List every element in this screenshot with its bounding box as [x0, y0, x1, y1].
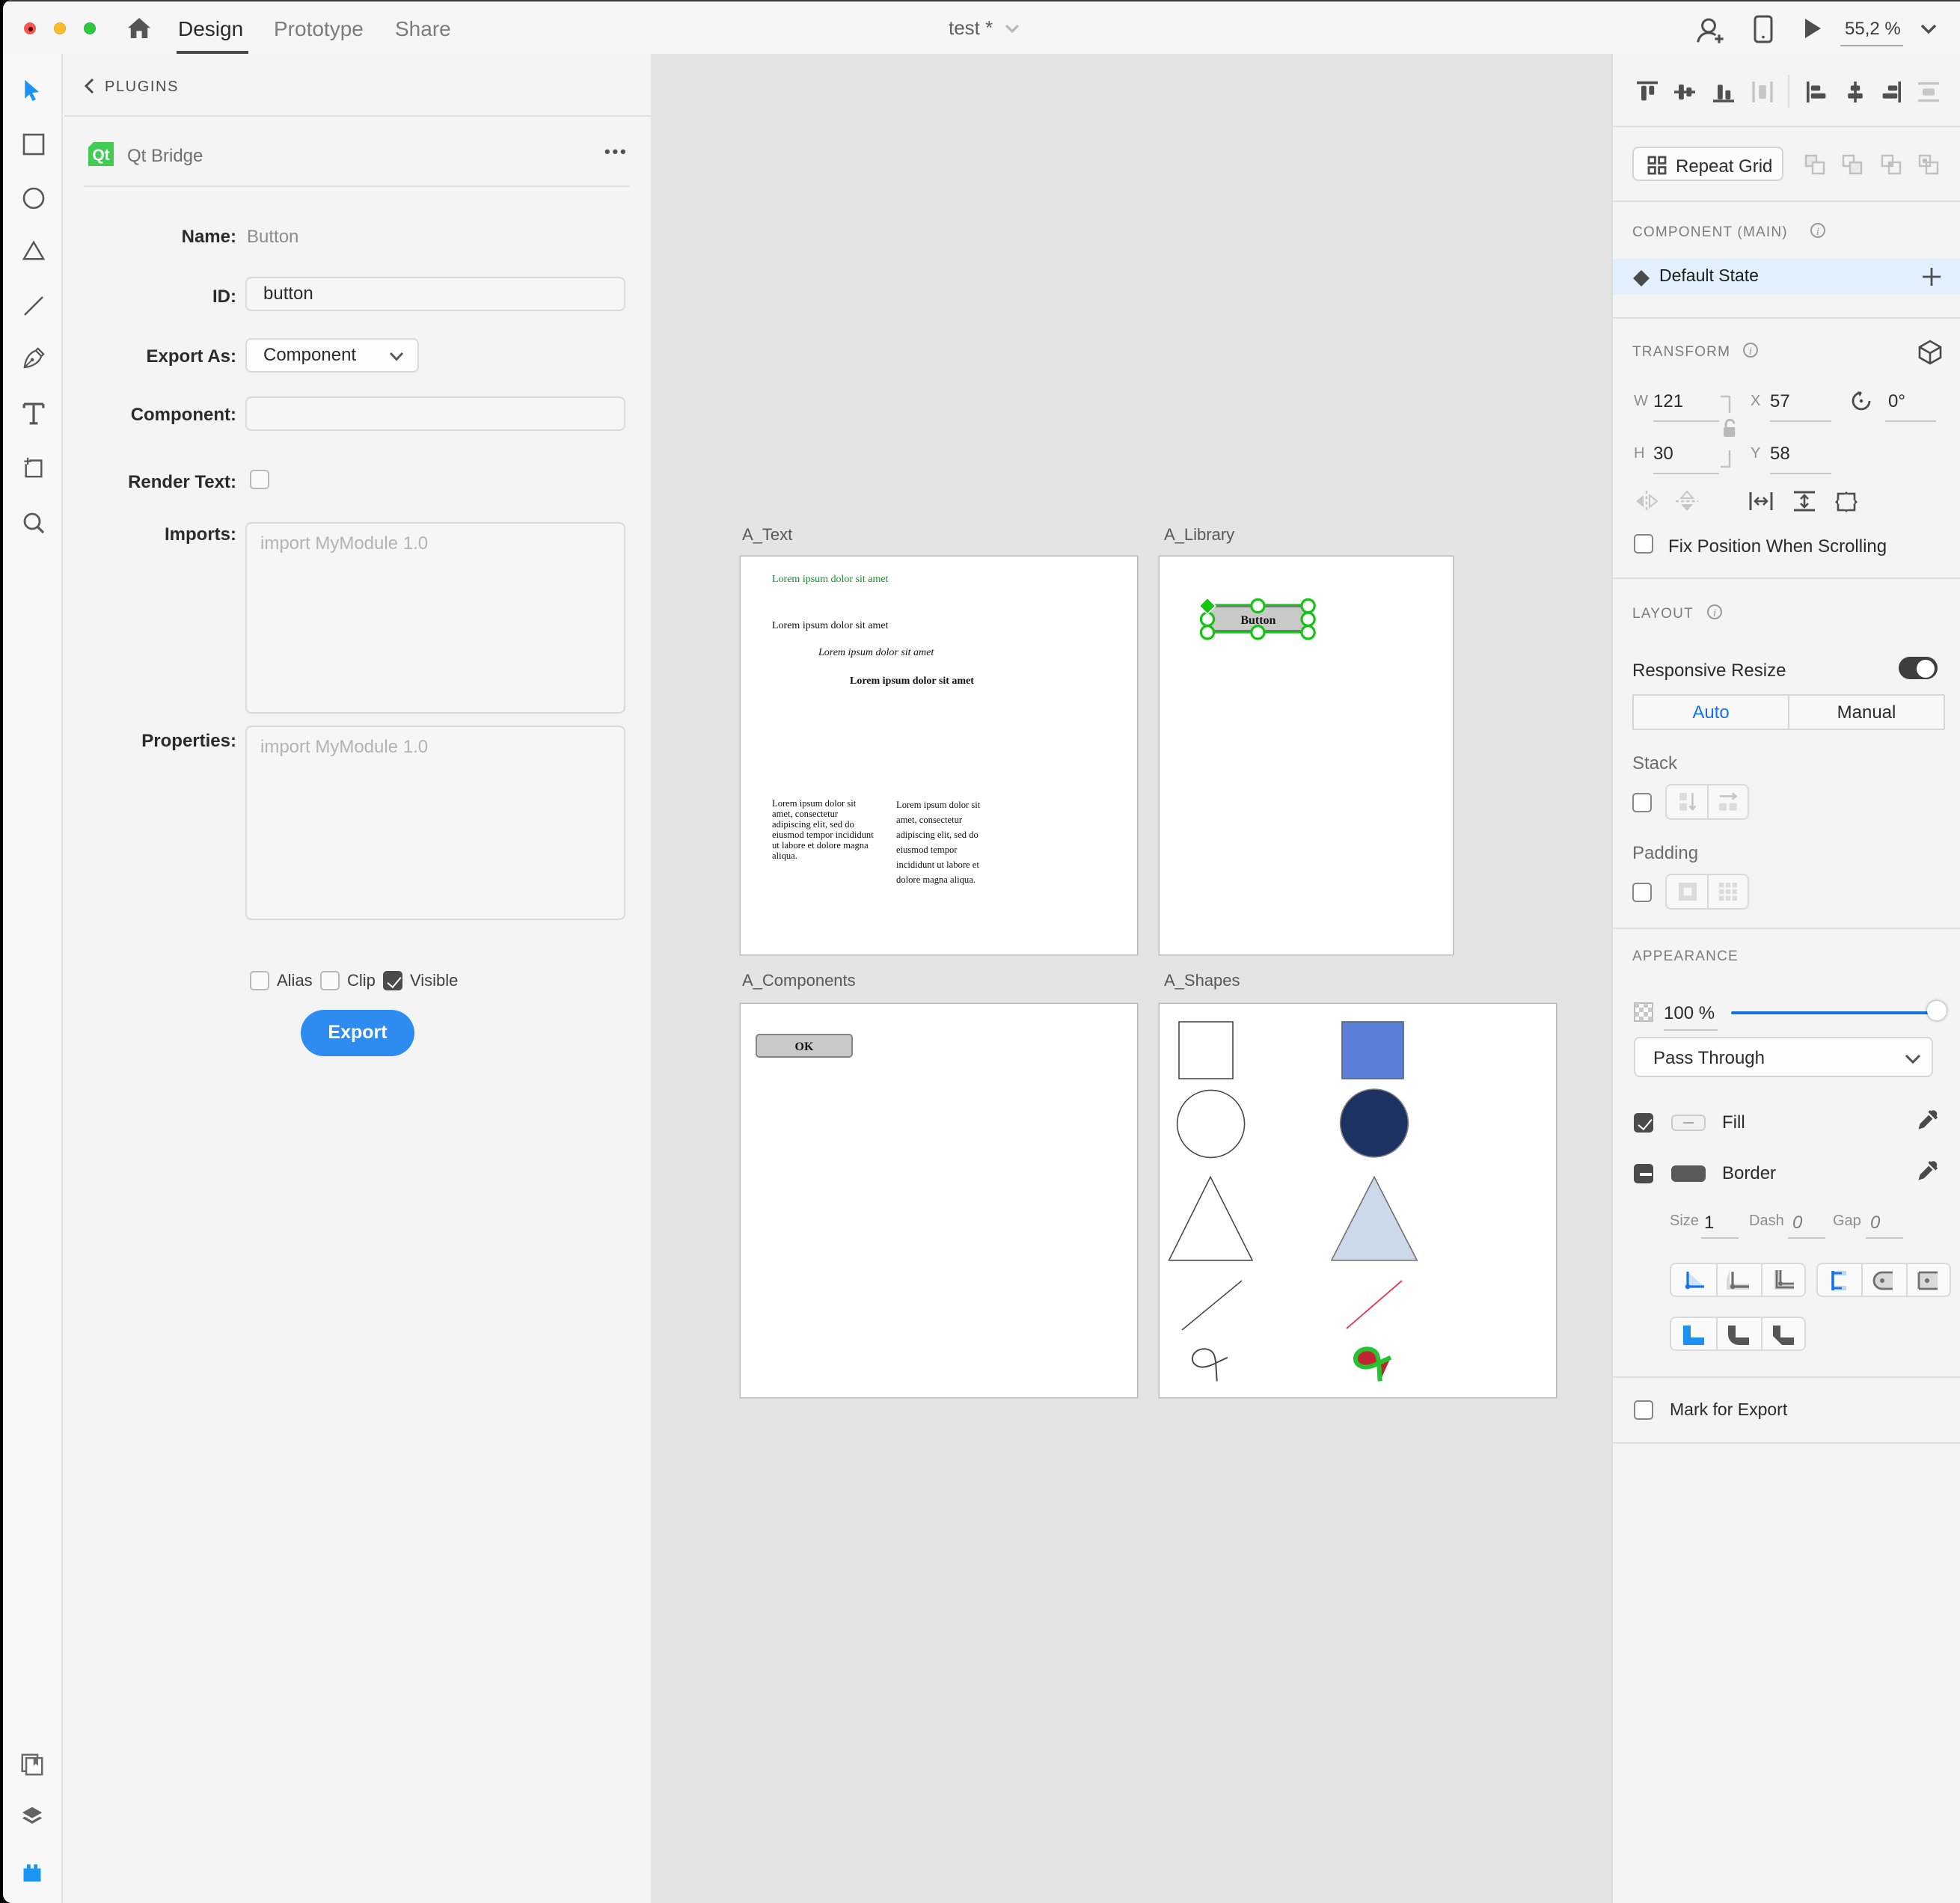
svg-text:Qt: Qt — [92, 147, 109, 164]
